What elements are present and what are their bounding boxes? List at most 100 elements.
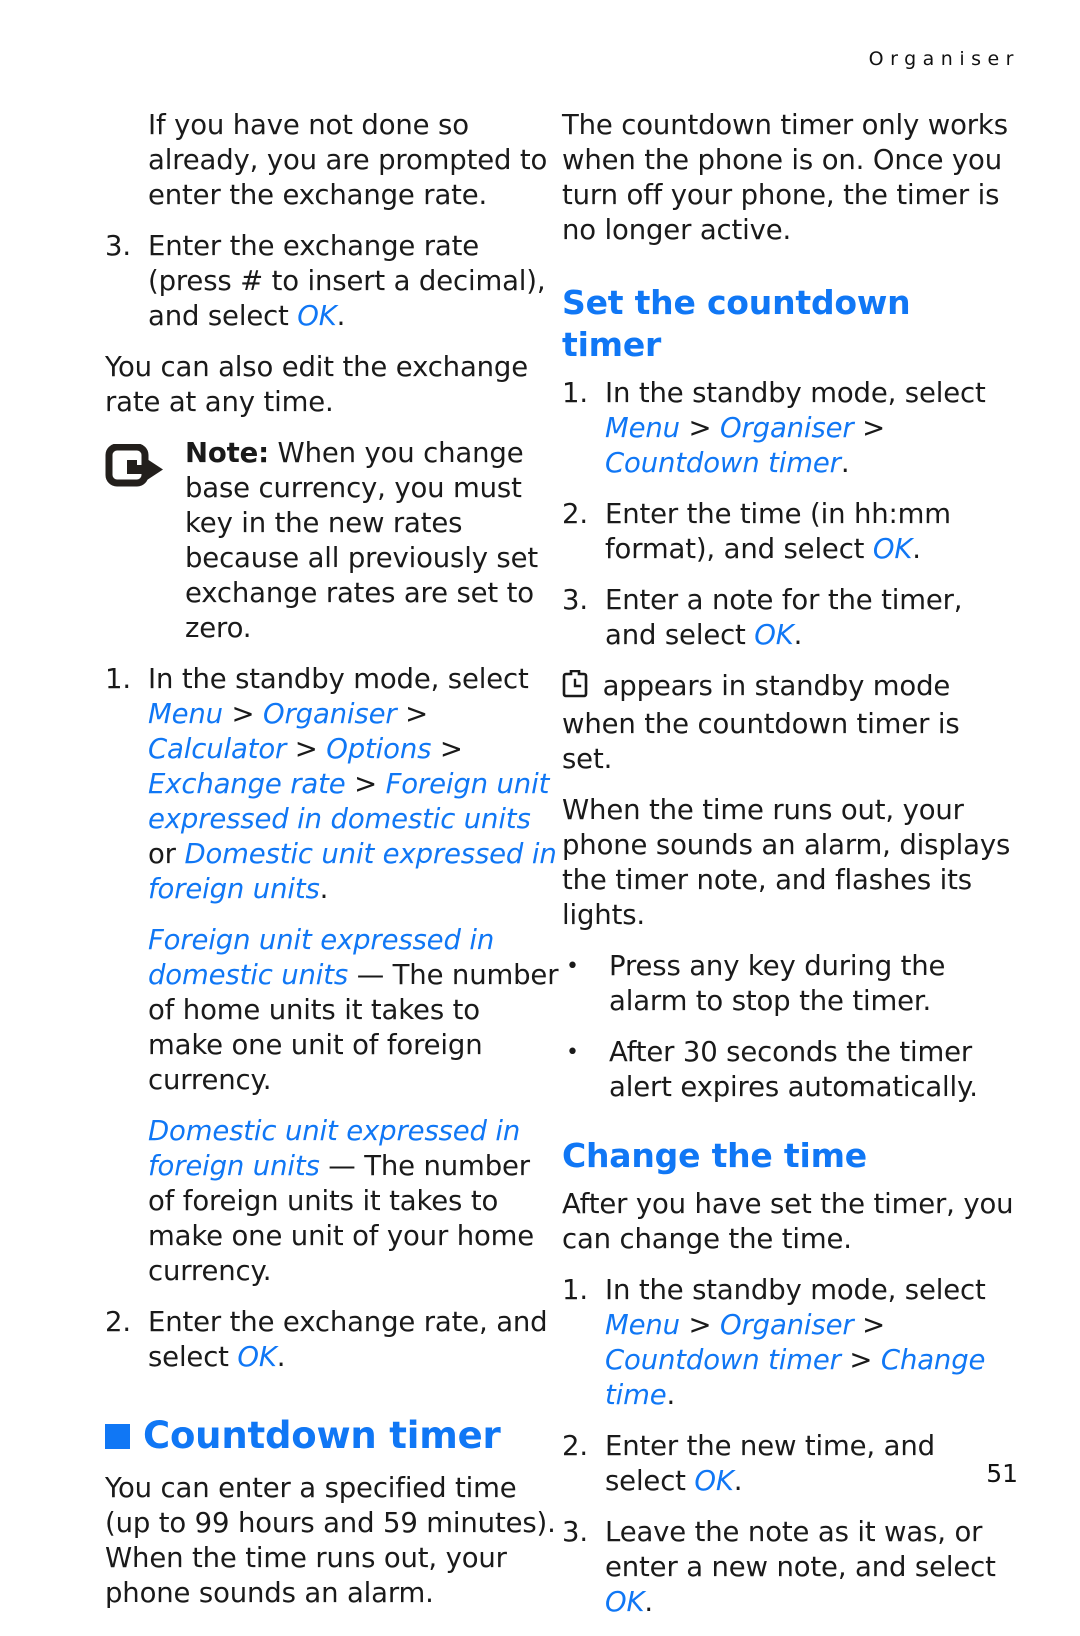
menu-path-separator: >: [853, 412, 886, 444]
ui-label-ok: OK: [605, 1586, 645, 1618]
list-item-set-step-3: 3. Enter a note for the timer, and selec…: [562, 583, 1017, 653]
menu-path-separator: >: [679, 1309, 720, 1341]
menu-path-separator: >: [840, 1344, 881, 1376]
page-columns: If you have not done so already, you are…: [0, 108, 1080, 1636]
step-lead: In the standby mode, select: [148, 663, 529, 695]
countdown-timer-icon: [562, 669, 588, 707]
paragraph-edit-exchange-rate: You can also edit the exchange rate at a…: [105, 351, 529, 418]
menu-path-separator: >: [396, 698, 429, 730]
menu-path-separator: >: [679, 412, 720, 444]
list-marker: 1.: [105, 663, 131, 695]
menu-path-separator: .: [840, 447, 850, 479]
ui-label-menu-item: Organiser: [262, 698, 397, 730]
ui-label-ok: OK: [872, 533, 913, 565]
list-item-change-step-1: 1. In the standby mode, select Menu > Or…: [562, 1273, 1017, 1413]
chapter-title-text: Countdown timer: [143, 1414, 501, 1457]
step-text-tail: .: [912, 533, 921, 565]
list-item-set-step-2: 2. Enter the time (in hh:mm format), and…: [562, 497, 1017, 567]
menu-path-separator: >: [345, 768, 386, 800]
step-text-tail: .: [276, 1341, 286, 1373]
step-text-tail: .: [793, 619, 803, 651]
list-marker: 3.: [562, 584, 588, 616]
bullet-marker-icon: •: [566, 1040, 579, 1065]
chapter-square-marker-icon: [105, 1423, 130, 1449]
list-item-text: Enter a note for the timer, and select O…: [605, 583, 1017, 653]
list-marker: 3.: [105, 230, 131, 262]
section-heading-set-the-countdown-timer: Set the countdown timer: [562, 283, 911, 364]
definition-foreign-unit: Foreign unit expressed in domestic units…: [148, 923, 560, 1098]
step-lead: In the standby mode, select: [605, 1274, 986, 1306]
menu-path-separator: >: [222, 698, 263, 730]
list-marker: 2.: [105, 1306, 131, 1338]
step-text: Enter the new time, and select: [605, 1430, 935, 1497]
list-item-step-1-exchange-path: 1. In the standby mode, select Menu > Or…: [105, 662, 560, 907]
ui-label-menu-item: Organiser: [719, 412, 854, 444]
paragraph-timer-indicator: appears in standby mode when the countdo…: [562, 669, 1017, 777]
list-item-text: Leave the note as it was, or enter a new…: [605, 1515, 1017, 1620]
list-item-text: Enter the time (in hh:mm format), and se…: [605, 497, 1017, 567]
menu-path: Menu > Organiser > Countdown timer.: [605, 412, 885, 479]
paragraph-continuation: If you have not done so already, you are…: [148, 109, 548, 211]
ui-label-ok: OK: [754, 619, 794, 651]
list-item-set-step-1: 1. In the standby mode, select Menu > Or…: [562, 376, 1017, 481]
step-text-tail: .: [644, 1586, 653, 1618]
bullet-marker-icon: •: [566, 954, 579, 979]
list-item-text: In the standby mode, select Menu > Organ…: [605, 1273, 1017, 1413]
list-item-text: In the standby mode, select Menu > Organ…: [148, 662, 560, 907]
left-column: If you have not done so already, you are…: [105, 108, 560, 1636]
ui-label-ok: OK: [694, 1465, 734, 1497]
list-item-text: Enter the exchange rate (press # to inse…: [148, 229, 560, 334]
list-item-bullet-alert-expires: • After 30 seconds the timer alert expir…: [562, 1035, 1017, 1105]
list-item-change-step-2: 2. Enter the new time, and select OK.: [562, 1429, 1017, 1499]
list-item-text: Enter the exchange rate, and select OK.: [148, 1305, 560, 1375]
bullet-text: Press any key during the alarm to stop t…: [609, 950, 946, 1017]
step-text-tail: .: [336, 300, 346, 332]
menu-path-separator: >: [431, 733, 463, 765]
right-column: The countdown timer only works when the …: [562, 108, 1017, 1636]
list-marker: 1.: [562, 1274, 588, 1306]
ui-label-menu-item: Organiser: [719, 1309, 854, 1341]
ui-label-menu-item: Options: [326, 733, 432, 765]
list-marker: 2.: [562, 1430, 588, 1462]
page-number: 51: [986, 1459, 1018, 1488]
menu-path-separator: >: [286, 733, 327, 765]
ui-label-menu-item: Menu: [605, 1309, 680, 1341]
ui-label-menu-item: Exchange rate: [148, 768, 346, 800]
indicator-text: appears in standby mode when the countdo…: [562, 670, 960, 775]
menu-path-separator: >: [853, 1309, 886, 1341]
list-marker: 2.: [562, 498, 588, 530]
paragraph-countdown-intro: You can enter a specified time (up to 99…: [105, 1472, 556, 1609]
list-marker: 3.: [562, 1516, 588, 1548]
step-text: Leave the note as it was, or enter a new…: [605, 1516, 996, 1583]
running-head-organiser: Organiser: [868, 48, 1020, 70]
list-marker: 1.: [562, 377, 588, 409]
list-item-bullet-press-any-key: • Press any key during the alarm to stop…: [562, 949, 1017, 1019]
menu-path: Menu > Organiser > Countdown timer > Cha…: [605, 1309, 985, 1411]
list-item-text: In the standby mode, select Menu > Organ…: [605, 376, 1017, 481]
ui-label-menu-item: Countdown timer: [605, 447, 841, 479]
menu-path-separator: .: [666, 1379, 676, 1411]
paragraph-timer-only-works: The countdown timer only works when the …: [562, 109, 1008, 246]
bullet-text: After 30 seconds the timer alert expires…: [609, 1036, 978, 1103]
ui-label-menu-item: Menu: [148, 698, 223, 730]
section-heading-change-the-time: Change the time: [562, 1136, 867, 1175]
step-text-tail: .: [733, 1465, 743, 1497]
ui-label-menu-item: Countdown timer: [605, 1344, 841, 1376]
menu-path-separator: .: [319, 873, 329, 905]
ui-label-menu-item: Menu: [605, 412, 680, 444]
page-title-countdown-timer: Countdown timer: [105, 1413, 560, 1459]
note-callout: Note: When you change base currency, you…: [105, 436, 560, 646]
paragraph-time-runs-out: When the time runs out, your phone sound…: [562, 794, 1011, 931]
note-pointer-icon: [105, 436, 185, 646]
ui-label-ok: OK: [237, 1341, 277, 1373]
list-item-text: Enter the new time, and select OK.: [605, 1429, 1017, 1499]
paragraph-after-you-have-set: After you have set the timer, you can ch…: [562, 1188, 1014, 1255]
definition-domestic-unit: Domestic unit expressed in foreign units…: [148, 1114, 560, 1289]
step-lead: In the standby mode, select: [605, 377, 986, 409]
list-item-change-step-3: 3. Leave the note as it was, or enter a …: [562, 1515, 1017, 1620]
step-text: Enter the exchange rate (press # to inse…: [148, 230, 546, 332]
list-item-step-2-exchange-rate: 2. Enter the exchange rate, and select O…: [105, 1305, 560, 1375]
ui-label-ok: OK: [297, 300, 337, 332]
list-item-step-3-exchange-rate: 3. Enter the exchange rate (press # to i…: [105, 229, 560, 334]
ui-label-menu-item: Domestic unit expressed in foreign units: [148, 838, 557, 905]
